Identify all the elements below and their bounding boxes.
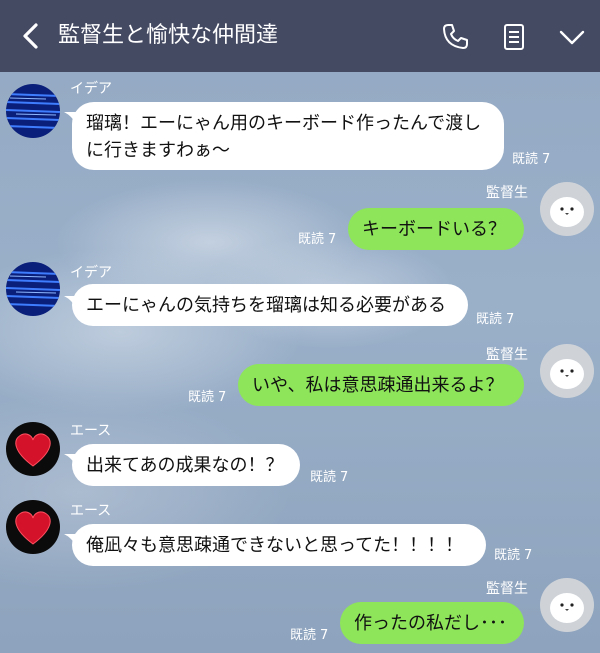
chat-header: 監督生と愉快な仲間達	[0, 0, 600, 72]
message-text: 作ったの私だし･･･	[354, 613, 507, 634]
sender-name: 監督生	[486, 185, 528, 201]
idia-avatar[interactable]	[6, 84, 60, 138]
message-text: 出来てあの成果なの！？	[86, 455, 284, 476]
kantokusei-avatar[interactable]	[540, 344, 594, 398]
message-bubble[interactable]: 瑠璃！エーにゃん用のキーボード作ったんで渡し に行きますわぁ～	[72, 102, 504, 170]
message-bubble[interactable]: 出来てあの成果なの！？	[72, 444, 300, 486]
sender-name: エース	[70, 503, 112, 519]
message-bubble[interactable]: いや、私は意思疎通出来るよ？	[238, 364, 524, 406]
kantokusei-avatar[interactable]	[540, 182, 594, 236]
chat-area[interactable]: イデア 瑠璃！エーにゃん用のキーボード作ったんで渡し に行きますわぁ～ 既読 7 …	[0, 72, 600, 653]
sender-name: イデア	[70, 81, 112, 97]
read-receipt: 既読 7	[476, 312, 515, 327]
message-text-line: 瑠璃！エーにゃん用のキーボード作ったんで渡し	[86, 113, 482, 134]
ace-avatar[interactable]	[6, 422, 60, 476]
message-bubble[interactable]: 作ったの私だし･･･	[340, 602, 524, 644]
message-text: エーにゃんの気持ちを瑠璃は知る必要がある	[86, 295, 446, 316]
sender-name: 監督生	[486, 347, 528, 363]
message-bubble[interactable]: キーボードいる？	[348, 208, 524, 250]
message-text: いや、私は意思疎通出来るよ？	[252, 375, 504, 396]
read-receipt: 既読 7	[512, 152, 551, 167]
read-receipt: 既読 7	[494, 548, 533, 563]
read-receipt: 既読 7	[290, 628, 329, 643]
message-text: 俺凪々も意思疎通できないと思ってた！！！！	[86, 535, 464, 556]
sender-name: イデア	[70, 265, 112, 281]
idia-avatar[interactable]	[6, 262, 60, 316]
chat-title: 監督生と愉快な仲間達	[58, 23, 279, 48]
phone-icon[interactable]	[440, 22, 470, 52]
message-bubble[interactable]: 俺凪々も意思疎通できないと思ってた！！！！	[72, 524, 486, 566]
back-chevron-icon[interactable]	[18, 22, 46, 50]
message-text-line: に行きますわぁ～	[86, 140, 230, 161]
read-receipt: 既読 7	[298, 232, 337, 247]
notes-icon[interactable]	[499, 22, 529, 52]
message-text: キーボードいる？	[362, 219, 506, 240]
ace-avatar[interactable]	[6, 500, 60, 554]
read-receipt: 既読 7	[310, 470, 349, 485]
sender-name: 監督生	[486, 581, 528, 597]
chevron-down-icon[interactable]	[557, 22, 587, 52]
read-receipt: 既読 7	[188, 390, 227, 405]
kantokusei-avatar[interactable]	[540, 578, 594, 632]
sender-name: エース	[70, 423, 112, 439]
message-bubble[interactable]: エーにゃんの気持ちを瑠璃は知る必要がある	[72, 284, 468, 326]
